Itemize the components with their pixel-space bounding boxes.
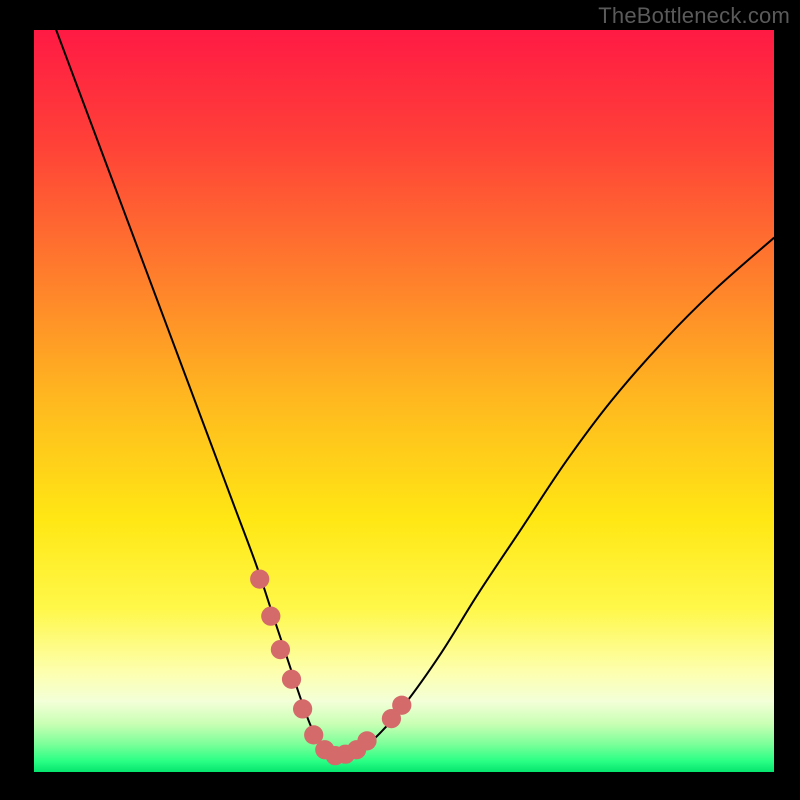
highlight-marker [282, 670, 301, 689]
highlight-marker [261, 607, 280, 626]
plot-area [34, 30, 774, 772]
highlight-marker [392, 696, 411, 715]
marker-group [250, 569, 411, 765]
highlight-marker [293, 699, 312, 718]
chart-frame [0, 0, 800, 800]
highlight-marker [357, 731, 376, 750]
highlight-marker [250, 569, 269, 588]
highlight-marker [271, 640, 290, 659]
bottleneck-curve [34, 30, 774, 756]
curve-layer [34, 30, 774, 772]
watermark-text: TheBottleneck.com [598, 3, 790, 29]
